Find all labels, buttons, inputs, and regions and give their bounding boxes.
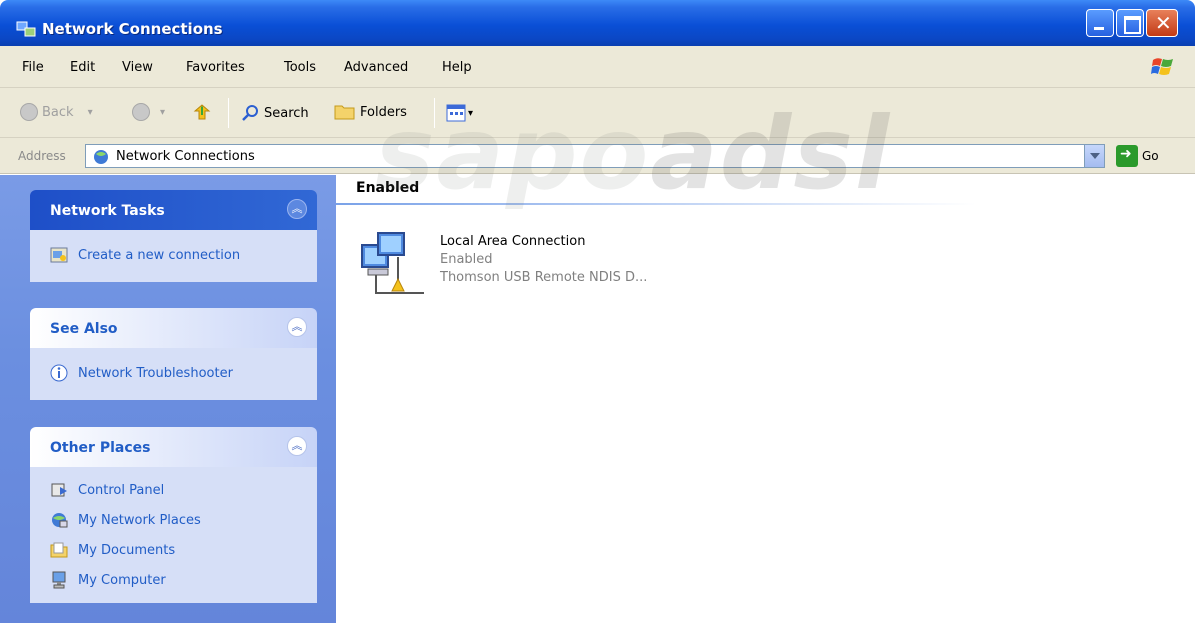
minimize-button[interactable] xyxy=(1086,9,1114,37)
collapse-chevron-icon[interactable]: ︽ xyxy=(287,436,307,456)
back-arrow-icon xyxy=(20,103,38,121)
network-tasks-header[interactable]: Network Tasks ︽ xyxy=(30,190,317,230)
collapse-chevron-icon[interactable]: ︽ xyxy=(287,317,307,337)
menu-edit[interactable]: Edit xyxy=(70,60,95,75)
menu-view[interactable]: View xyxy=(122,60,153,75)
close-button[interactable]: ✕ xyxy=(1146,9,1178,37)
toolbar-separator xyxy=(228,98,229,128)
network-tasks-title: Network Tasks xyxy=(50,203,165,219)
up-button[interactable] xyxy=(192,103,212,123)
task-pane: Network Tasks ︽ Create a new connection … xyxy=(0,175,336,623)
address-dropdown-button[interactable] xyxy=(1084,145,1104,167)
forward-arrow-icon xyxy=(132,103,150,121)
address-value: Network Connections xyxy=(116,149,255,164)
search-icon xyxy=(242,105,258,121)
see-also-header[interactable]: See Also ︽ xyxy=(30,308,317,348)
menu-file[interactable]: File xyxy=(22,60,44,75)
connection-item[interactable]: Local Area Connection Enabled Thomson US… xyxy=(356,225,647,305)
lan-connection-icon xyxy=(361,232,424,294)
views-button[interactable]: ▾ xyxy=(446,103,473,123)
network-connections-icon xyxy=(94,150,108,164)
see-also-title: See Also xyxy=(50,321,118,337)
place-label: Control Panel xyxy=(78,482,165,498)
place-label: My Computer xyxy=(78,572,166,588)
task-label: Network Troubleshooter xyxy=(78,365,233,381)
close-icon: ✕ xyxy=(1155,11,1172,35)
my-documents-icon xyxy=(50,542,68,558)
window-title: Network Connections xyxy=(42,20,223,38)
my-computer-icon xyxy=(52,571,66,589)
network-tasks-panel: Network Tasks ︽ Create a new connection xyxy=(30,190,317,282)
back-dropdown-icon: ▾ xyxy=(87,106,93,118)
go-arrow-icon xyxy=(1116,145,1138,167)
address-input[interactable]: Network Connections xyxy=(85,144,1105,168)
back-button[interactable]: Back ▾ xyxy=(20,103,93,121)
group-divider xyxy=(336,203,976,205)
place-my-computer[interactable]: My Computer xyxy=(30,565,317,595)
task-create-connection[interactable]: Create a new connection xyxy=(30,240,317,270)
toolbar-separator xyxy=(434,98,435,128)
address-label: Address xyxy=(18,149,66,163)
menu-help[interactable]: Help xyxy=(442,60,472,75)
task-network-troubleshooter[interactable]: Network Troubleshooter xyxy=(30,358,317,388)
folders-label: Folders xyxy=(360,104,407,120)
content-pane: Enabled Local Area Connection Enabled Th… xyxy=(336,175,1195,623)
go-button[interactable]: Go xyxy=(1116,145,1159,167)
menu-bar: File Edit View Favorites Tools Advanced … xyxy=(0,46,1195,88)
search-button[interactable]: Search xyxy=(240,103,309,123)
toolbar: Back ▾ ▾ Search Folders ▾ xyxy=(0,88,1195,138)
back-label: Back xyxy=(42,104,74,120)
info-icon xyxy=(50,364,68,382)
place-label: My Documents xyxy=(78,542,176,558)
views-dropdown-icon: ▾ xyxy=(468,107,474,119)
connection-name: Local Area Connection xyxy=(440,234,586,249)
network-tasks-body: Create a new connection xyxy=(30,230,317,282)
see-also-panel: See Also ︽ Network Troubleshooter xyxy=(30,308,317,400)
views-icon xyxy=(446,104,466,122)
menu-advanced[interactable]: Advanced xyxy=(344,60,408,75)
windows-logo-icon xyxy=(1151,58,1173,75)
task-label: Create a new connection xyxy=(78,247,241,263)
place-my-network-places[interactable]: My Network Places xyxy=(30,505,317,535)
see-also-body: Network Troubleshooter xyxy=(30,348,317,400)
forward-dropdown-icon: ▾ xyxy=(160,106,166,118)
group-header: Enabled xyxy=(356,180,420,196)
menu-tools[interactable]: Tools xyxy=(284,60,316,75)
menu-favorites[interactable]: Favorites xyxy=(186,60,245,75)
network-connections-icon xyxy=(16,21,36,37)
up-folder-icon xyxy=(193,104,211,120)
other-places-panel: Other Places ︽ Control Panel My Network … xyxy=(30,427,317,603)
collapse-chevron-icon[interactable]: ︽ xyxy=(287,199,307,219)
title-bar[interactable]: Network Connections ✕ xyxy=(0,0,1195,46)
other-places-header[interactable]: Other Places ︽ xyxy=(30,427,317,467)
folders-button[interactable]: Folders xyxy=(334,103,407,121)
place-label: My Network Places xyxy=(78,512,201,528)
search-label: Search xyxy=(264,105,309,121)
connection-details: Local Area Connection Enabled Thomson US… xyxy=(440,233,647,305)
forward-button[interactable]: ▾ xyxy=(132,103,165,121)
maximize-button[interactable] xyxy=(1116,9,1144,37)
other-places-title: Other Places xyxy=(50,440,151,456)
connection-status: Enabled xyxy=(440,252,493,267)
place-my-documents[interactable]: My Documents xyxy=(30,535,317,565)
go-label: Go xyxy=(1142,149,1159,163)
control-panel-icon xyxy=(51,483,67,497)
place-control-panel[interactable]: Control Panel xyxy=(30,475,317,505)
new-connection-icon xyxy=(50,247,68,263)
address-bar: Address Network Connections Go xyxy=(0,138,1195,174)
other-places-body: Control Panel My Network Places My Docum… xyxy=(30,467,317,603)
my-network-places-icon xyxy=(52,513,68,528)
connection-device: Thomson USB Remote NDIS D... xyxy=(440,270,648,285)
folder-icon xyxy=(334,105,355,120)
